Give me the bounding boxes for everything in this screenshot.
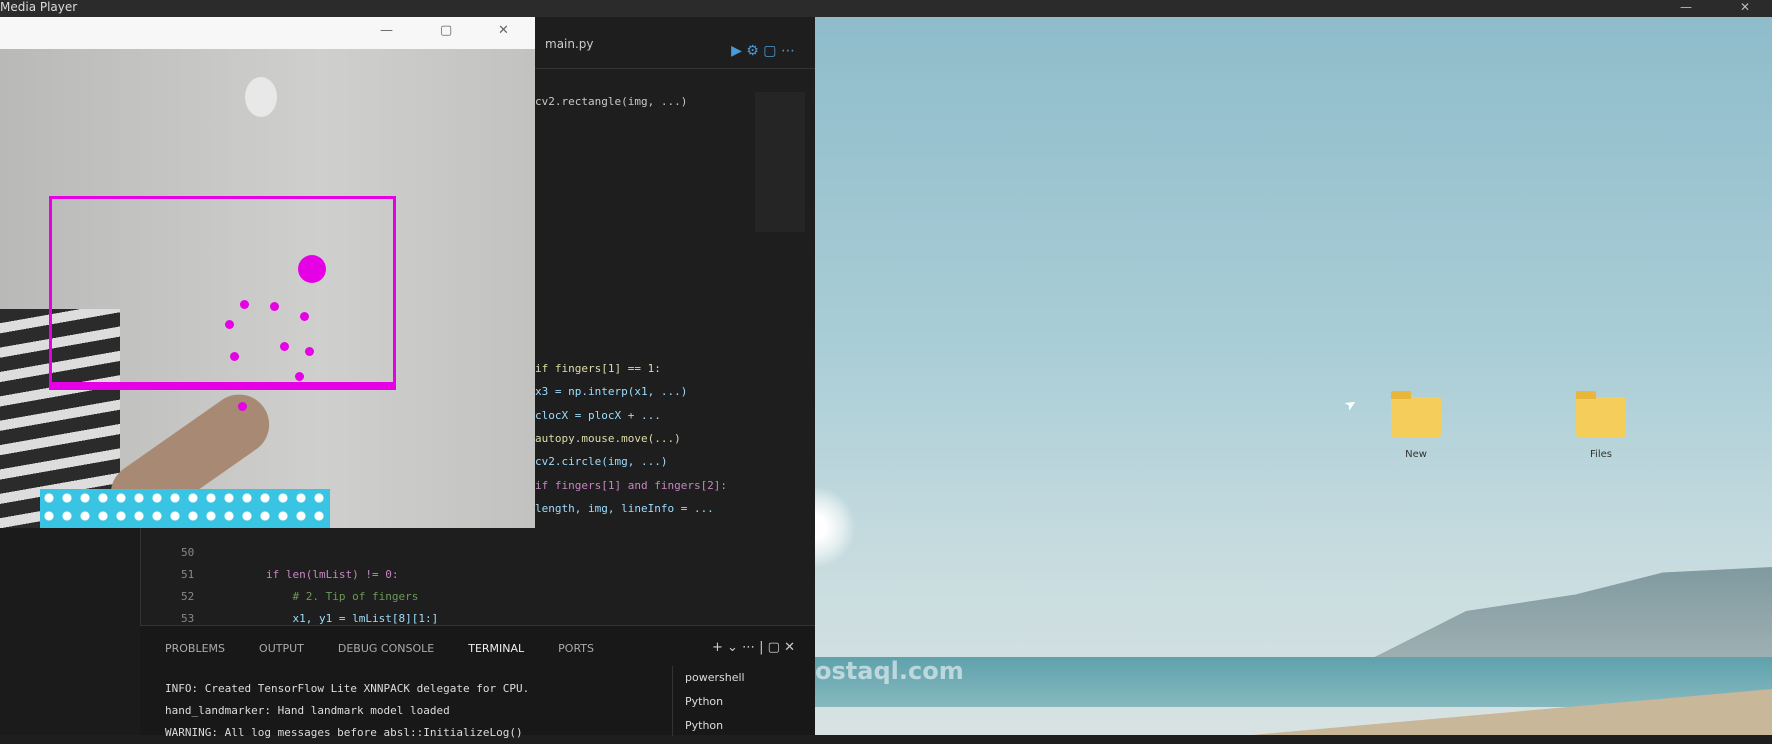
- close-button[interactable]: ✕: [1740, 0, 1750, 14]
- watermark: mostaql.com: [815, 657, 964, 685]
- tracking-frame: [49, 196, 396, 390]
- code-line: length, img, lineInfo = ...: [535, 502, 714, 515]
- landmark-dot: [230, 352, 239, 361]
- code-line: x3 = np.interp(x1, ...): [535, 385, 688, 398]
- panel-tabs: PROBLEMS OUTPUT DEBUG CONSOLE TERMINAL P…: [165, 642, 594, 655]
- tab-problems[interactable]: PROBLEMS: [165, 642, 225, 655]
- landmark-dot: [280, 342, 289, 351]
- desktop: ➤ New Files mostaql.com: [815, 17, 1772, 735]
- breadcrumb[interactable]: main.py: [545, 37, 594, 51]
- code-line: autopy.mouse.move(...): [535, 432, 681, 445]
- landmark-dot: [305, 347, 314, 356]
- code-line: if fingers[1] and fingers[2]:: [535, 479, 728, 492]
- minimize-button[interactable]: —: [380, 23, 393, 38]
- fingertip-marker: [298, 255, 326, 283]
- terminal-item[interactable]: powershell: [685, 666, 815, 690]
- code-line: cv2.circle(img, ...): [535, 455, 668, 468]
- desktop-folder[interactable]: New: [1386, 391, 1446, 460]
- desktop-folder[interactable]: Files: [1571, 391, 1631, 460]
- side-panel: [0, 528, 140, 735]
- folder-label: Files: [1590, 449, 1612, 460]
- code-line: x1, y1 = lmList[8][1:]: [266, 612, 439, 625]
- minimap[interactable]: [755, 92, 805, 232]
- terminal-line: WARNING: All log messages before absl::I…: [165, 726, 523, 739]
- landmark-dot: [240, 300, 249, 309]
- tab-output[interactable]: OUTPUT: [259, 642, 304, 655]
- folder-label: New: [1405, 449, 1427, 460]
- terminal-item[interactable]: Python: [685, 690, 815, 714]
- tab-terminal[interactable]: TERMINAL: [468, 642, 524, 655]
- bottom-panel: PROBLEMS OUTPUT DEBUG CONSOLE TERMINAL P…: [140, 625, 815, 739]
- line-number: 50: [181, 546, 195, 559]
- terminal-line: hand_landmarker: Hand landmark model loa…: [165, 704, 450, 717]
- tab-debug-console[interactable]: DEBUG CONSOLE: [338, 642, 434, 655]
- camera-window-header: — ▢ ✕: [0, 17, 535, 49]
- line-number: 51: [181, 568, 195, 581]
- landmark-dot: [300, 312, 309, 321]
- code-line: cv2.rectangle(img, ...): [535, 95, 688, 108]
- window-title: Media Player: [0, 0, 78, 14]
- close-button[interactable]: ✕: [498, 23, 509, 38]
- editor-header: main.py ▶ ⚙ ▢ ⋯: [535, 17, 815, 69]
- editor-actions[interactable]: ▶ ⚙ ▢ ⋯: [731, 43, 795, 59]
- code-line: if fingers[1] == 1:: [535, 362, 661, 375]
- landmark-dot: [270, 302, 279, 311]
- line-number: 52: [181, 590, 195, 603]
- camera-window: — ▢ ✕: [0, 17, 535, 528]
- panel-actions[interactable]: + ⌄ ⋯ | ▢ ✕: [712, 640, 795, 655]
- landmark-dot: [295, 372, 304, 381]
- sun: [815, 487, 855, 567]
- minimize-button[interactable]: —: [1680, 0, 1692, 14]
- wall-lamp: [245, 77, 277, 117]
- mouse-cursor-icon: ➤: [1341, 395, 1360, 415]
- terminal-list: powershell Python Python: [672, 666, 815, 736]
- tab-ports[interactable]: PORTS: [558, 642, 594, 655]
- code-line: if len(lmList) != 0:: [266, 568, 399, 581]
- folder-icon: [1576, 391, 1626, 437]
- code-line: clocX = plocX + ...: [535, 409, 661, 422]
- code-editor-lower: 50 51 52 53 if len(lmList) != 0: # 2. Ti…: [140, 528, 815, 625]
- terminal-item[interactable]: Python: [685, 714, 815, 738]
- landmark-dot: [238, 402, 247, 411]
- landmark-dot: [225, 320, 234, 329]
- terminal-output[interactable]: INFO: Created TensorFlow Lite XNNPACK de…: [165, 678, 529, 744]
- line-number: 53: [181, 612, 195, 625]
- terminal-line: INFO: Created TensorFlow Lite XNNPACK de…: [165, 682, 530, 695]
- folder-icon: [1391, 391, 1441, 437]
- title-bar: Media Player — ✕: [0, 0, 1772, 17]
- pillow: [40, 489, 330, 528]
- maximize-button[interactable]: ▢: [440, 23, 452, 38]
- code-line: # 2. Tip of fingers: [266, 590, 419, 603]
